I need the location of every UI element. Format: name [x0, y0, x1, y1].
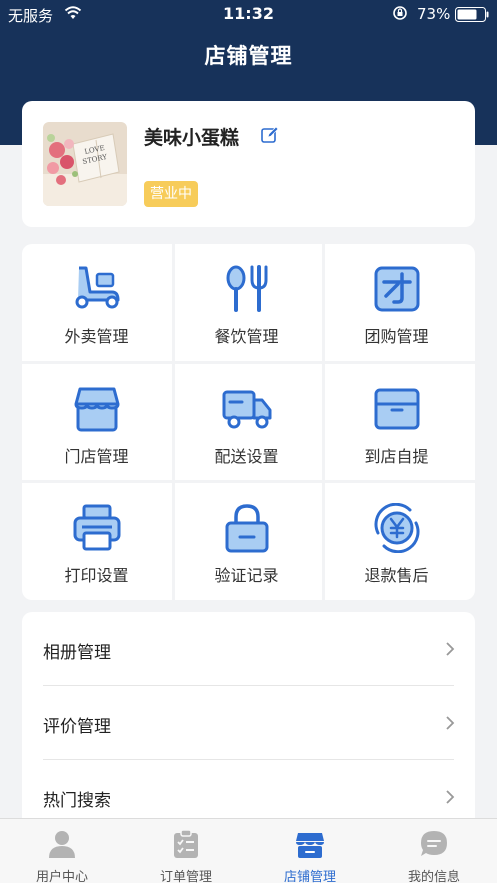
storefront-icon: [74, 387, 120, 432]
refund-yen-icon: [374, 503, 420, 553]
grid-item-label: 门店管理: [64, 447, 129, 466]
tab-store-management[interactable]: 店铺管理: [248, 819, 372, 883]
orientation-lock-icon: [393, 6, 407, 20]
store-avatar: LOVE STORY: [43, 122, 127, 206]
list-item-label: 相册管理: [43, 643, 111, 663]
grid-item-catering[interactable]: 餐饮管理: [172, 244, 321, 361]
list-item-label: 评价管理: [43, 717, 111, 737]
store-name: 美味小蛋糕: [144, 127, 240, 149]
chevron-right-icon: [446, 642, 455, 656]
printer-icon: [73, 504, 121, 551]
grid-item-delivery[interactable]: 配送设置: [172, 364, 321, 481]
grid-item-label: 配送设置: [214, 447, 279, 466]
fork-spoon-icon: [226, 265, 268, 312]
delivery-truck-icon: [222, 390, 272, 429]
user-icon: [49, 831, 75, 858]
tab-label: 订单管理: [159, 870, 212, 883]
box-icon: [374, 388, 420, 430]
grid-item-group-buy[interactable]: 团购管理: [322, 244, 471, 361]
grid-item-takeout[interactable]: 外卖管理: [22, 244, 171, 361]
tab-label: 我的信息: [407, 870, 460, 883]
clipboard-icon: [174, 829, 198, 858]
grid-item-label: 团购管理: [364, 327, 429, 346]
function-grid: 外卖管理 餐饮管理 团购管理 门店管理 配送设置 到店自提 打印设置 验证记录 …: [22, 244, 475, 600]
tab-my-info[interactable]: 我的信息: [372, 819, 496, 883]
store-icon: [296, 833, 324, 858]
page-title: 店铺管理: [204, 44, 293, 68]
edit-icon[interactable]: [261, 126, 279, 144]
grid-item-print[interactable]: 打印设置: [22, 483, 171, 600]
chevron-right-icon: [446, 790, 455, 804]
grid-item-refund[interactable]: 退款售后: [322, 483, 471, 600]
lock-icon: [225, 504, 269, 553]
grid-item-label: 到店自提: [364, 447, 429, 466]
grid-item-label: 验证记录: [214, 566, 279, 585]
tab-label: 店铺管理: [283, 870, 336, 883]
group-buy-icon: [374, 266, 420, 312]
status-badge: 营业中: [144, 181, 198, 207]
battery-percent: 73%: [417, 5, 451, 23]
list-item-album[interactable]: 相册管理: [22, 612, 475, 686]
chat-icon: [421, 831, 447, 856]
store-card[interactable]: LOVE STORY 美味小蛋糕 营业中: [22, 101, 475, 227]
grid-item-label: 餐饮管理: [214, 327, 279, 346]
tab-user-center[interactable]: 用户中心: [0, 819, 124, 883]
chevron-right-icon: [446, 716, 455, 730]
grid-item-verify[interactable]: 验证记录: [172, 483, 321, 600]
settings-list: 相册管理 评价管理 热门搜索: [22, 612, 475, 832]
tab-bar: 用户中心 订单管理 店铺管理 我的信息: [0, 818, 497, 883]
tab-label: 用户中心: [35, 870, 88, 883]
grid-item-label: 外卖管理: [64, 327, 129, 346]
grid-item-label: 打印设置: [64, 566, 129, 585]
status-bar: 无服务 11:32 73%: [0, 0, 497, 28]
grid-item-pickup[interactable]: 到店自提: [322, 364, 471, 481]
grid-item-store[interactable]: 门店管理: [22, 364, 171, 481]
tab-orders[interactable]: 订单管理: [124, 819, 248, 883]
battery-icon: [455, 7, 489, 22]
list-item-reviews[interactable]: 评价管理: [22, 686, 475, 760]
scooter-icon: [75, 266, 120, 309]
list-item-label: 热门搜索: [43, 791, 111, 811]
grid-item-label: 退款售后: [364, 566, 429, 585]
